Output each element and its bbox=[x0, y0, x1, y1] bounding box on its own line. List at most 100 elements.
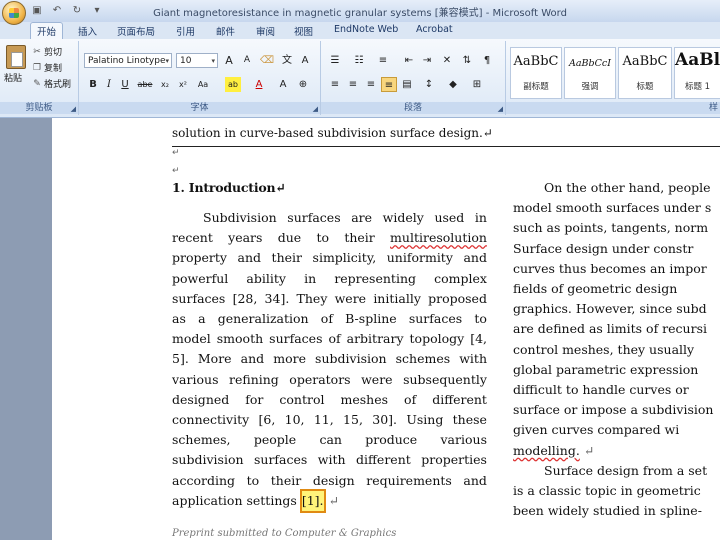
word: are bbox=[351, 210, 373, 225]
word: their bbox=[344, 230, 375, 246]
sort-icon[interactable]: ⇅ bbox=[459, 53, 475, 68]
word: simplicity, bbox=[312, 250, 377, 266]
text-line: connectivity [6, 10, 11, 15, 30]. Using these bbox=[172, 410, 487, 430]
superscript-button[interactable]: x² bbox=[175, 77, 191, 92]
word: with bbox=[459, 351, 487, 367]
distribute-icon[interactable]: ▤ bbox=[399, 77, 415, 92]
text-line: surfaces [28, 34]. They were initially propose… bbox=[172, 289, 487, 309]
tab-review[interactable]: 审阅 bbox=[256, 24, 275, 38]
style-emphasis[interactable]: AaBbCcI 强调 bbox=[564, 47, 616, 99]
section-heading: 1. Introduction↵ bbox=[172, 180, 286, 195]
selected-citation[interactable]: [1]. bbox=[299, 488, 326, 514]
word: and bbox=[463, 250, 487, 266]
word: surfaces bbox=[287, 210, 341, 225]
pilcrow-icon[interactable]: ¶ bbox=[479, 53, 495, 68]
text-line: modelling. ↵ bbox=[513, 441, 720, 461]
word: to bbox=[246, 472, 260, 488]
bold-button[interactable]: B bbox=[85, 77, 101, 92]
text-line: curves thus becomes an impor bbox=[513, 260, 707, 276]
tab-endnote-web[interactable]: EndNote Web bbox=[334, 24, 398, 35]
subscript-button[interactable]: x₂ bbox=[157, 77, 173, 92]
highlight-button[interactable]: ab bbox=[225, 77, 241, 92]
text-line: been widely studied in spline- bbox=[513, 503, 702, 519]
paste-icon[interactable] bbox=[6, 45, 26, 69]
enclose-char-icon[interactable]: ⊕ bbox=[295, 77, 311, 92]
word: in bbox=[304, 270, 317, 286]
word: generalization bbox=[217, 311, 309, 327]
decrease-indent-icon[interactable]: ⇤ bbox=[401, 53, 417, 68]
clear-format-icon[interactable]: ⌫ bbox=[259, 53, 275, 68]
tab-references[interactable]: 引用 bbox=[176, 24, 195, 38]
text-line: difficult to handle curves or bbox=[513, 382, 689, 398]
word: representing bbox=[334, 270, 416, 286]
align-left-icon[interactable]: ≡ bbox=[327, 77, 343, 92]
char-border-icon[interactable]: A bbox=[297, 53, 313, 68]
word: in bbox=[474, 210, 487, 225]
word: complex bbox=[434, 270, 487, 286]
bullets-icon[interactable]: ☰ bbox=[327, 53, 343, 68]
text-line: On the other hand, people bbox=[544, 180, 711, 195]
word: operators bbox=[289, 371, 351, 387]
text-line: graphics. However, since subd bbox=[513, 301, 707, 317]
shading-icon[interactable]: ◆ bbox=[445, 77, 461, 92]
copy-button[interactable]: ❐ 复制 bbox=[32, 61, 62, 75]
shrink-font-button[interactable]: A bbox=[239, 53, 255, 68]
style-title[interactable]: AaBbC 标题 bbox=[618, 47, 672, 99]
tab-mailings[interactable]: 邮件 bbox=[216, 24, 235, 38]
tab-insert[interactable]: 插入 bbox=[78, 24, 97, 38]
cut-button[interactable]: ✂ 剪切 bbox=[32, 45, 62, 59]
word: 10, bbox=[284, 412, 305, 428]
word: of bbox=[404, 391, 417, 407]
window-title: Giant magnetoresistance in magnetic gran… bbox=[153, 8, 567, 19]
underline-button[interactable]: U bbox=[117, 77, 133, 92]
tab-acrobat[interactable]: Acrobat bbox=[416, 24, 453, 35]
chevron-down-icon: ▾ bbox=[165, 57, 169, 65]
format-painter-button[interactable]: ✎ 格式刷 bbox=[32, 77, 71, 91]
office-button[interactable] bbox=[2, 1, 26, 25]
word: [28, bbox=[232, 290, 258, 306]
word: Subdivision bbox=[203, 210, 277, 225]
word: B-spline bbox=[345, 311, 397, 327]
word: More bbox=[197, 351, 232, 367]
word: more bbox=[273, 351, 306, 367]
dialog-launcher-icon[interactable]: ◢ bbox=[498, 105, 503, 113]
copy-icon: ❐ bbox=[32, 62, 42, 73]
increase-indent-icon[interactable]: ⇥ bbox=[419, 53, 435, 68]
word: properties bbox=[421, 452, 487, 468]
font-color-button[interactable]: A bbox=[251, 77, 267, 92]
tab-page-layout[interactable]: 页面布局 bbox=[117, 24, 155, 38]
style-heading-1[interactable]: AaBl 标题 1 bbox=[674, 47, 720, 99]
font-family-select[interactable]: Palatino Linotype ▾ bbox=[84, 53, 172, 68]
dialog-launcher-icon[interactable]: ◢ bbox=[71, 105, 76, 113]
word: years bbox=[228, 230, 263, 246]
align-right-icon[interactable]: ≡ bbox=[363, 77, 379, 92]
italic-button[interactable]: I bbox=[101, 77, 117, 92]
line-spacing-icon[interactable]: ↕ bbox=[421, 77, 437, 92]
strikethrough-button[interactable]: abe bbox=[137, 77, 153, 92]
tab-view[interactable]: 视图 bbox=[294, 24, 313, 38]
char-shading-icon[interactable]: A bbox=[275, 77, 291, 92]
text-line: as a generalization of B-spline surfaces to bbox=[172, 309, 487, 329]
dialog-launcher-icon[interactable]: ◢ bbox=[313, 105, 318, 113]
clipboard-group-label: 剪贴板 bbox=[0, 102, 78, 114]
word: schemes bbox=[395, 351, 451, 367]
justify-icon[interactable]: ≡ bbox=[381, 77, 397, 92]
word: their bbox=[271, 250, 302, 266]
change-case-button[interactable]: Aa bbox=[195, 77, 211, 92]
document-page[interactable]: solution in curve-based subdivision surf… bbox=[52, 118, 720, 540]
word: people bbox=[253, 432, 297, 448]
align-center-icon[interactable]: ≡ bbox=[345, 77, 361, 92]
multilevel-list-icon[interactable]: ≡ bbox=[375, 53, 391, 68]
word: ability bbox=[246, 270, 286, 286]
borders-icon[interactable]: ⊞ bbox=[469, 77, 485, 92]
grow-font-button[interactable]: A bbox=[221, 53, 237, 68]
paragraph-mark: ↵ bbox=[172, 166, 180, 176]
font-group: Palatino Linotype ▾ 10 ▾ A A ⌫ 文 A B I U a… bbox=[79, 41, 321, 115]
style-subtitle[interactable]: AaBbC 副标题 bbox=[510, 47, 562, 99]
paste-button[interactable]: 粘贴 bbox=[4, 71, 22, 84]
asian-layout-icon[interactable]: ✕ bbox=[439, 53, 455, 68]
numbering-icon[interactable]: ☷ bbox=[351, 53, 367, 68]
font-size-select[interactable]: 10 ▾ bbox=[176, 53, 218, 68]
phonetic-guide-icon[interactable]: 文 bbox=[279, 53, 295, 68]
word: refining bbox=[228, 371, 279, 387]
